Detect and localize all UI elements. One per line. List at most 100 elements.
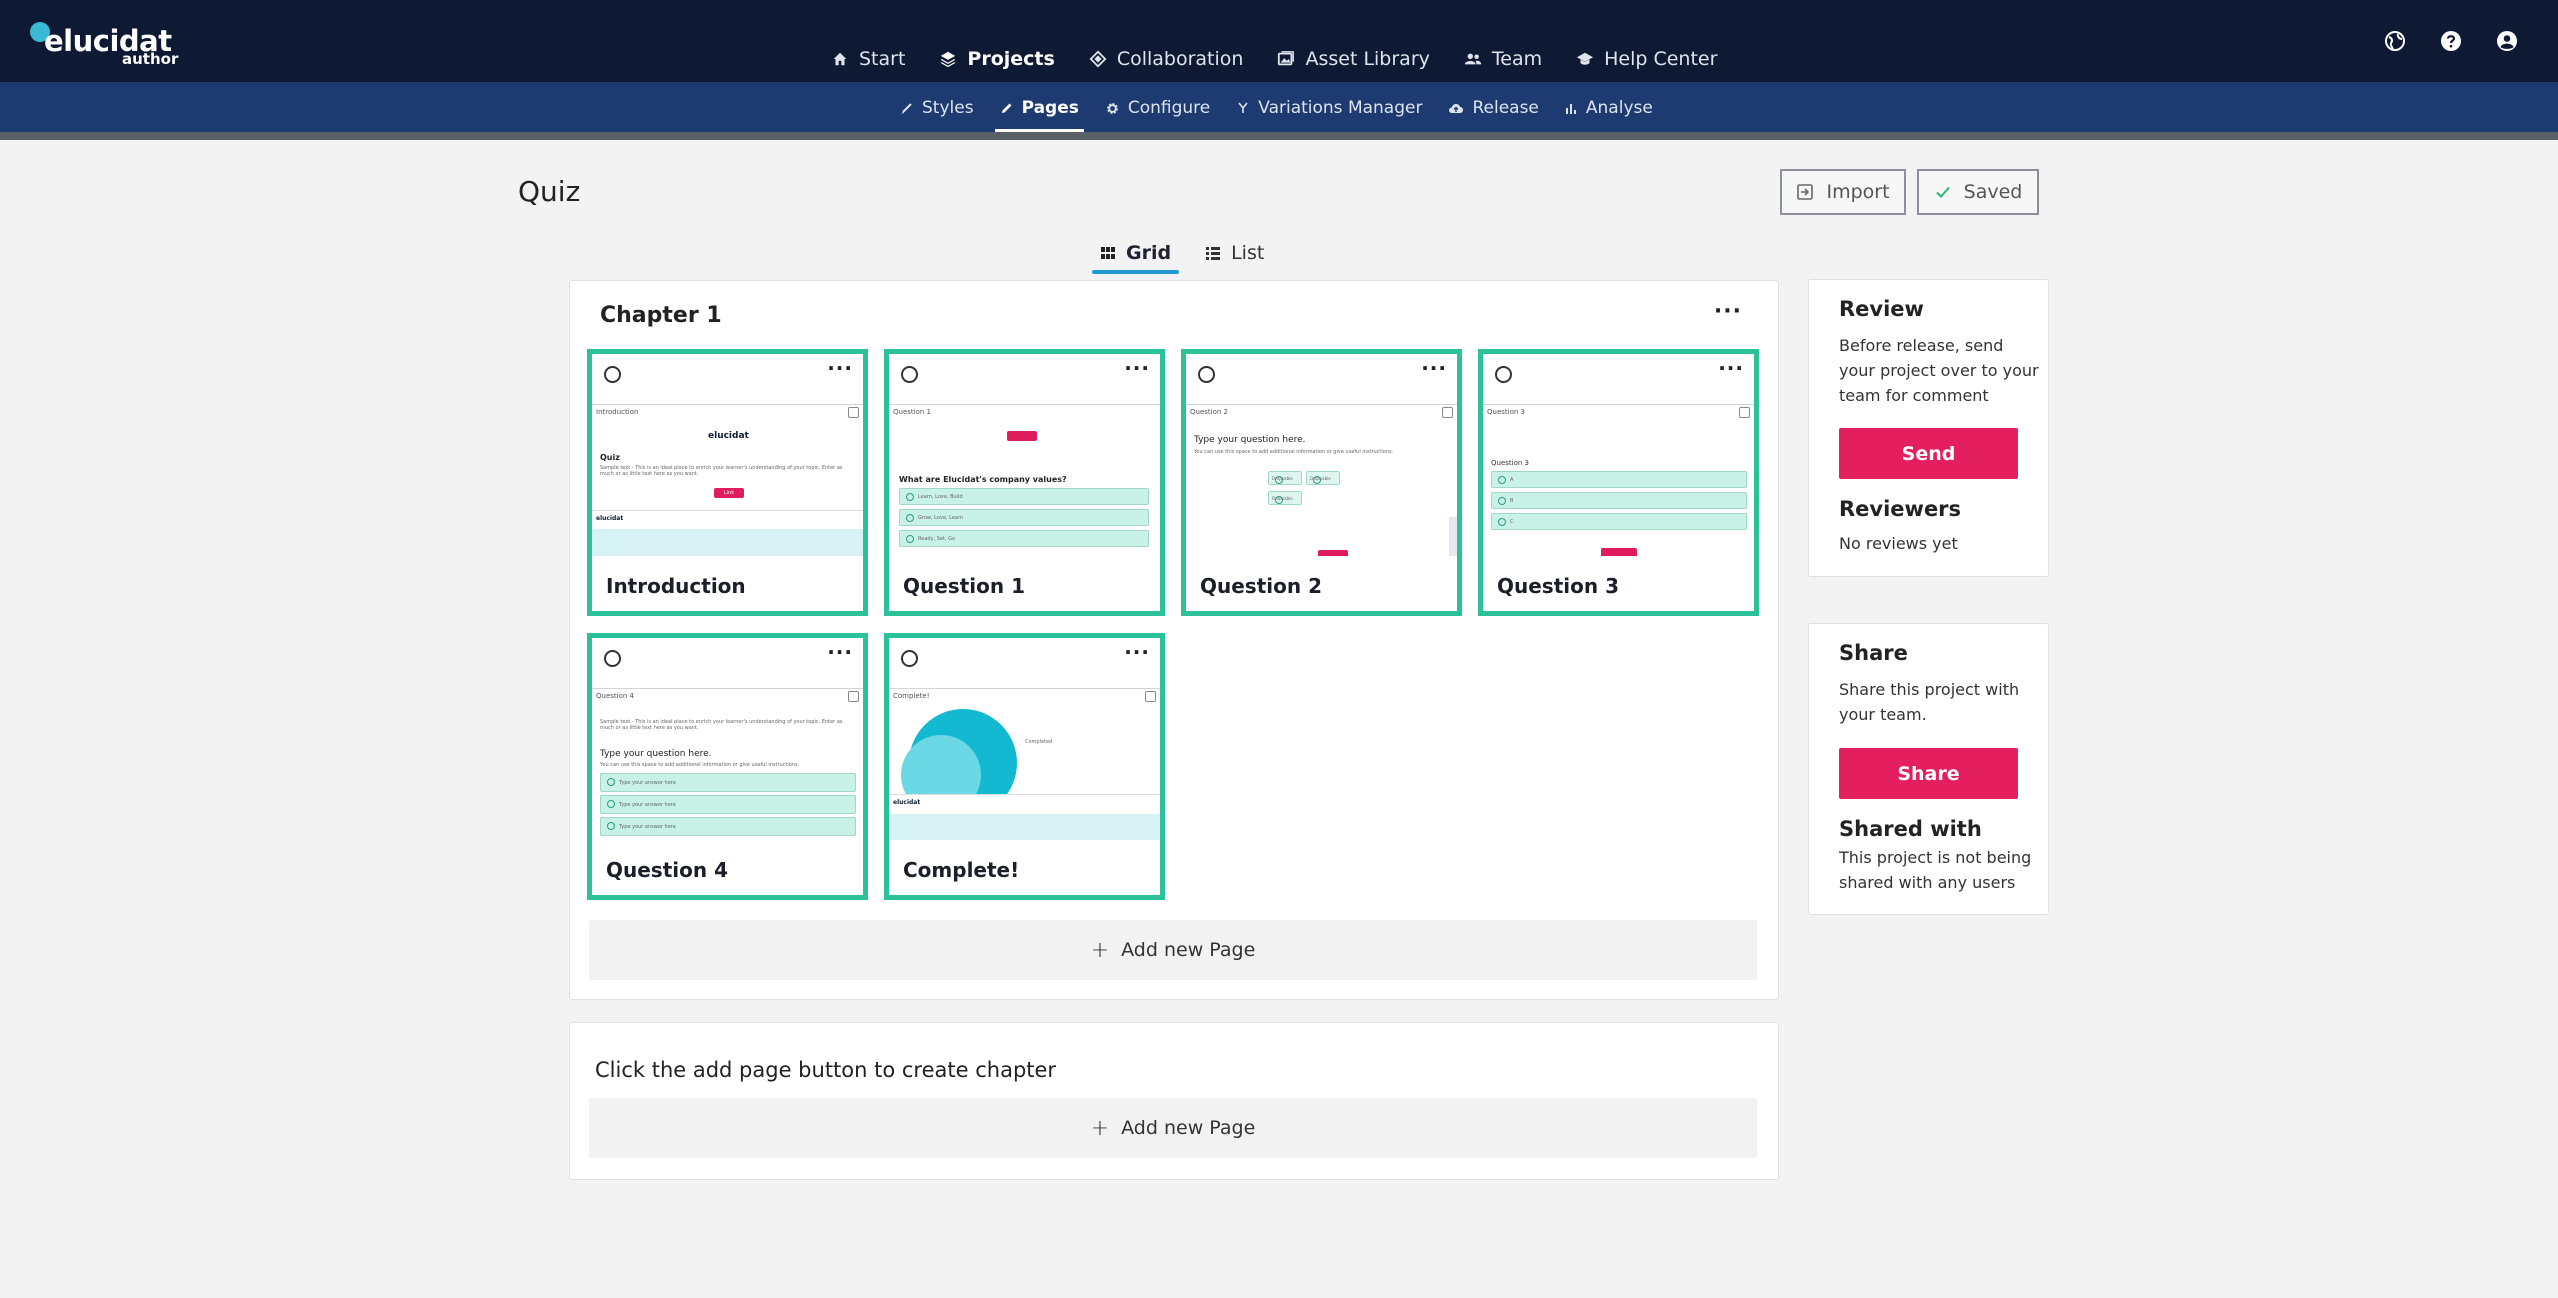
nav-projects[interactable]: Projects [922,44,1071,74]
page-card-introduction[interactable]: ··· Introduction elucidat Quiz Sample te… [587,349,868,616]
page-thumbnail: Complete! elucidat Completed [889,688,1160,840]
bar-chart-icon [1565,102,1578,115]
subnav-analyse[interactable]: Analyse [1552,92,1666,124]
chapter-more-icon[interactable]: ··· [1714,301,1742,323]
send-button[interactable]: Send [1839,428,2018,479]
cloud-upload-icon [1448,101,1464,115]
select-radio[interactable] [604,650,621,667]
shared-with-text: This project is not being shared with an… [1839,848,2032,892]
card-more-icon[interactable]: ··· [1718,358,1744,378]
thumb-close-icon [848,691,859,702]
nav-team[interactable]: Team [1447,44,1559,74]
share-heading: Share [1839,641,1908,665]
add-new-page-label: Add new Page [1121,1117,1256,1139]
thumb-option: Type your answer here [600,773,856,792]
page-card-question-3[interactable]: ··· Question 3 Question 3 A B C Question… [1478,349,1759,616]
select-radio[interactable] [901,366,918,383]
reviewers-heading: Reviewers [1839,497,1962,521]
thumb-label: Question 3 [1487,408,1525,416]
card-more-icon[interactable]: ··· [827,358,853,378]
page-name: Question 2 [1200,574,1322,598]
select-radio[interactable] [1495,366,1512,383]
tab-grid-label: Grid [1126,242,1172,264]
logo-sub: author [122,50,179,68]
thumb-chip: Droppable [1268,491,1302,505]
plus-icon: + [1090,1115,1110,1141]
nav-asset-library[interactable]: Asset Library [1260,44,1446,74]
subnav-pages-label: Pages [1021,98,1079,118]
import-button[interactable]: Import [1780,169,1906,215]
nav-collaboration-label: Collaboration [1116,48,1244,70]
graduation-cap-icon [1576,50,1594,68]
thumb-label: Introduction [596,408,639,416]
page-thumbnail: Question 2 Type your question here. You … [1186,404,1457,556]
thumb-option: Learn, Love, Build [899,488,1149,505]
view-tabs: Grid List [1092,240,1272,274]
add-new-page-button-2[interactable]: + Add new Page [589,1098,1757,1158]
subnav-configure-label: Configure [1127,98,1211,118]
thumb-question: What are Elucidat's company values? [899,475,1067,484]
card-more-icon[interactable]: ··· [1124,358,1150,378]
thumb-option: C [1491,513,1747,530]
select-radio[interactable] [604,366,621,383]
page-name: Introduction [606,574,746,598]
page-name: Question 3 [1497,574,1619,598]
home-icon [831,50,849,68]
new-chapter-panel: Click the add page button to create chap… [569,1022,1779,1180]
subnav-styles-label: Styles [922,98,974,118]
sub-nav: Styles Pages Configure Variations Manage… [887,92,1666,132]
card-more-icon[interactable]: ··· [827,642,853,662]
review-panel: Review Before release, send your project… [1808,279,2049,577]
thumb-close-icon [848,407,859,418]
nav-help-center-label: Help Center [1604,48,1718,70]
add-new-page-label: Add new Page [1121,939,1256,961]
thumb-footer: elucidat [592,510,863,528]
nav-projects-label: Projects [967,48,1055,70]
list-icon [1205,245,1221,261]
select-radio[interactable] [901,650,918,667]
page-thumbnail: Question 1 What are Elucidat's company v… [889,404,1160,556]
share-button[interactable]: Share [1839,748,2018,799]
thumb-close-icon [1145,691,1156,702]
nav-asset-library-label: Asset Library [1305,48,1430,70]
nav-start[interactable]: Start [814,44,922,74]
nav-help-center[interactable]: Help Center [1559,44,1734,74]
page-card-question-2[interactable]: ··· Question 2 Type your question here. … [1181,349,1462,616]
gear-icon [1105,101,1120,116]
subnav-variations-manager-label: Variations Manager [1258,98,1423,118]
card-more-icon[interactable]: ··· [1421,358,1447,378]
thumb-option: Type your answer here [600,795,856,814]
thumb-option: B [1491,492,1747,509]
shared-with-heading: Shared with [1839,817,1982,841]
subnav-release[interactable]: Release [1435,92,1551,124]
card-more-icon[interactable]: ··· [1124,642,1150,662]
thumb-label: Question 4 [596,692,634,700]
subnav-styles[interactable]: Styles [887,92,987,124]
tab-grid[interactable]: Grid [1092,240,1180,274]
thumb-label: Complete! [893,692,930,700]
subnav-pages[interactable]: Pages [987,92,1092,132]
help-icon[interactable] [2440,30,2462,52]
saved-button[interactable]: Saved [1917,169,2039,215]
tab-list[interactable]: List [1197,240,1272,272]
page-thumbnail: Introduction elucidat Quiz Sample text -… [592,404,863,556]
select-radio[interactable] [1198,366,1215,383]
thumb-option: Type your answer here [600,817,856,836]
account-icon[interactable] [2496,30,2518,52]
thumb-footer: elucidat [889,794,1160,814]
thumb-body: Sample text - This is an ideal place to … [600,465,843,477]
nav-collaboration[interactable]: Collaboration [1072,44,1261,74]
new-chapter-hint: Click the add page button to create chap… [595,1058,1057,1082]
page-card-question-4[interactable]: ··· Question 4 Sample text - This is an … [587,633,868,900]
page-card-question-1[interactable]: ··· Question 1 What are Elucidat's compa… [884,349,1165,616]
review-heading: Review [1839,297,1924,321]
globe-icon[interactable] [2384,30,2406,52]
subnav-configure[interactable]: Configure [1092,92,1223,124]
page-card-complete[interactable]: ··· Complete! elucidat Completed Complet… [884,633,1165,900]
thumb-label: Question 2 [1190,408,1228,416]
branch-icon [1236,101,1250,115]
subnav-variations-manager[interactable]: Variations Manager [1223,92,1435,124]
add-new-page-button[interactable]: + Add new Page [589,920,1757,980]
share-text: Share this project with your team. [1839,680,2020,724]
thumb-pink-button [1007,431,1037,441]
